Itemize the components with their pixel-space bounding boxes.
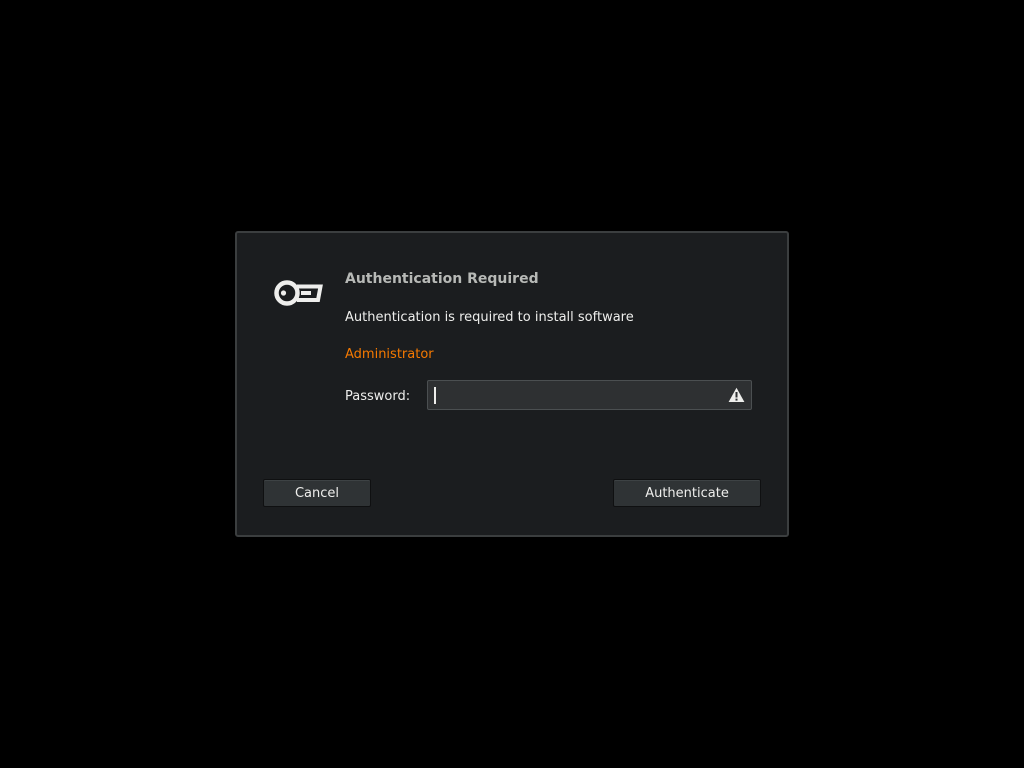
password-input[interactable]	[428, 381, 718, 409]
password-field[interactable]	[427, 380, 752, 410]
authenticate-button[interactable]: Authenticate	[613, 479, 761, 507]
auth-dialog: Authentication Required Authentication i…	[235, 231, 789, 537]
warning-icon	[728, 387, 745, 402]
text-cursor	[434, 387, 436, 404]
key-icon	[274, 280, 323, 306]
cancel-button[interactable]: Cancel	[263, 479, 371, 507]
user-name: Administrator	[345, 347, 434, 362]
dialog-title: Authentication Required	[345, 271, 539, 287]
password-label: Password:	[345, 389, 411, 404]
dialog-message: Authentication is required to install so…	[345, 310, 634, 325]
